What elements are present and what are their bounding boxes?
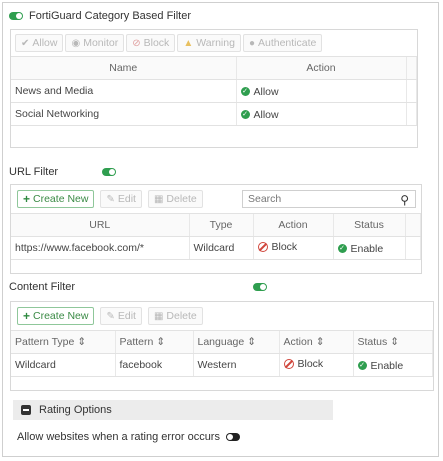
category-filter-title: FortiGuard Category Based Filter	[29, 10, 192, 22]
check-circle-icon: ✓	[240, 87, 250, 97]
content-edit-button[interactable]: ✎ Edit	[100, 307, 142, 325]
rating-error-row: Allow websites when a rating error occur…	[17, 431, 240, 443]
plus-icon: +	[23, 309, 31, 323]
authenticate-button[interactable]: ● Authenticate	[242, 34, 323, 52]
url-table: URL Type Action Status https://www.faceb…	[11, 214, 421, 260]
column-header-name[interactable]: Name	[11, 57, 237, 80]
block-button[interactable]: ⊘ Block	[126, 34, 176, 52]
pattern-action: Block	[279, 353, 354, 377]
content-delete-button[interactable]: ▦ Delete	[147, 307, 203, 325]
column-header-url[interactable]: URL	[11, 214, 190, 237]
url-search-input[interactable]: Search ⚲	[242, 190, 416, 208]
check-circle-icon: ✓	[357, 361, 367, 371]
rating-options-bar[interactable]: Rating Options	[13, 400, 333, 420]
url-create-new-button[interactable]: + Create New	[17, 190, 95, 208]
table-row[interactable]: News and Media ✓ Allow	[11, 79, 417, 103]
trash-icon: ▦	[153, 193, 164, 205]
content-filter-header: Content Filter	[9, 281, 268, 293]
circle-check-icon: ✔	[21, 37, 30, 49]
eye-icon: ◉	[71, 37, 81, 49]
content-table: Pattern Type ⇕ Pattern ⇕ Language ⇕ Acti…	[11, 331, 433, 377]
check-circle-icon: ✓	[337, 244, 347, 254]
column-header-action[interactable]: Action ⇕	[279, 331, 354, 354]
url-value: https://www.facebook.com/*	[11, 236, 190, 260]
monitor-button[interactable]: ◉ Monitor	[65, 34, 125, 52]
url-table-header: URL Type Action Status	[11, 214, 421, 237]
column-header-pattern-type[interactable]: Pattern Type ⇕	[11, 331, 116, 354]
category-filter-toggle[interactable]	[9, 12, 23, 20]
pattern-value: facebook	[115, 353, 194, 377]
column-header-spacer	[406, 57, 417, 80]
pencil-icon: ✎	[106, 193, 115, 205]
block-icon	[257, 242, 268, 252]
url-filter-title: URL Filter	[9, 166, 59, 178]
column-header-language[interactable]: Language ⇕	[193, 331, 280, 354]
web-filter-panel: FortiGuard Category Based Filter ✔ Allow …	[2, 2, 439, 457]
search-icon[interactable]: ⚲	[400, 192, 409, 208]
collapse-icon[interactable]	[21, 405, 31, 415]
content-filter-box: + Create New ✎ Edit ▦ Delete Pattern Type ⇕…	[10, 301, 434, 391]
url-type: Wildcard	[189, 236, 254, 260]
content-create-new-button[interactable]: + Create New	[17, 307, 95, 325]
column-header-status[interactable]: Status ⇕	[353, 331, 433, 354]
content-toolbar: + Create New ✎ Edit ▦ Delete	[11, 302, 433, 331]
content-filter-title: Content Filter	[9, 281, 76, 293]
category-action: ✓ Allow	[236, 102, 407, 126]
rating-error-toggle[interactable]	[225, 433, 240, 441]
plus-icon: +	[23, 192, 31, 206]
allow-button[interactable]: ✔ Allow	[15, 34, 64, 52]
column-header-action[interactable]: Action	[236, 57, 407, 80]
block-icon: ⊘	[132, 37, 141, 49]
category-toolbar: ✔ Allow ◉ Monitor ⊘ Block ▲ Warning ● Authent…	[11, 30, 417, 57]
category-name: Social Networking	[11, 102, 237, 126]
warning-button[interactable]: ▲ Warning	[177, 34, 241, 52]
url-filter-toggle[interactable]	[102, 168, 117, 176]
url-edit-button[interactable]: ✎ Edit	[100, 190, 142, 208]
trash-icon: ▦	[153, 310, 164, 322]
block-icon	[283, 359, 294, 369]
content-table-header: Pattern Type ⇕ Pattern ⇕ Language ⇕ Acti…	[11, 331, 433, 354]
pencil-icon: ✎	[106, 310, 115, 322]
user-icon: ●	[248, 37, 255, 49]
url-status: ✓ Enable	[333, 236, 406, 260]
rating-options-title: Rating Options	[39, 404, 112, 416]
url-toolbar: + Create New ✎ Edit ▦ Delete Search ⚲	[11, 185, 421, 214]
url-filter-header: URL Filter	[9, 166, 117, 178]
pattern-language: Western	[193, 353, 280, 377]
category-table-header: Name Action	[11, 57, 417, 80]
table-row[interactable]: Social Networking ✓ Allow	[11, 102, 417, 126]
check-circle-icon: ✓	[240, 110, 250, 120]
url-delete-button[interactable]: ▦ Delete	[147, 190, 203, 208]
column-header-status[interactable]: Status	[333, 214, 406, 237]
category-name: News and Media	[11, 79, 237, 103]
category-filter-header: FortiGuard Category Based Filter	[9, 10, 191, 22]
column-header-pattern[interactable]: Pattern ⇕	[115, 331, 194, 354]
category-table: Name Action News and Media ✓ Allow Social…	[11, 57, 417, 126]
url-action: Block	[253, 236, 334, 260]
pattern-status: ✓ Enable	[353, 353, 433, 377]
column-header-action[interactable]: Action	[253, 214, 334, 237]
category-action: ✓ Allow	[236, 79, 407, 103]
table-row[interactable]: Wildcard facebook Western Block ✓ Enable	[11, 353, 433, 377]
rating-error-label: Allow websites when a rating error occur…	[17, 431, 220, 443]
url-filter-box: + Create New ✎ Edit ▦ Delete Search ⚲ URL T…	[10, 184, 422, 274]
column-header-type[interactable]: Type	[189, 214, 254, 237]
content-filter-toggle[interactable]	[253, 283, 268, 291]
table-row[interactable]: https://www.facebook.com/* Wildcard Bloc…	[11, 236, 421, 260]
category-filter-box: ✔ Allow ◉ Monitor ⊘ Block ▲ Warning ● Authent…	[10, 29, 418, 148]
warning-icon: ▲	[183, 37, 194, 49]
pattern-type: Wildcard	[11, 353, 116, 377]
